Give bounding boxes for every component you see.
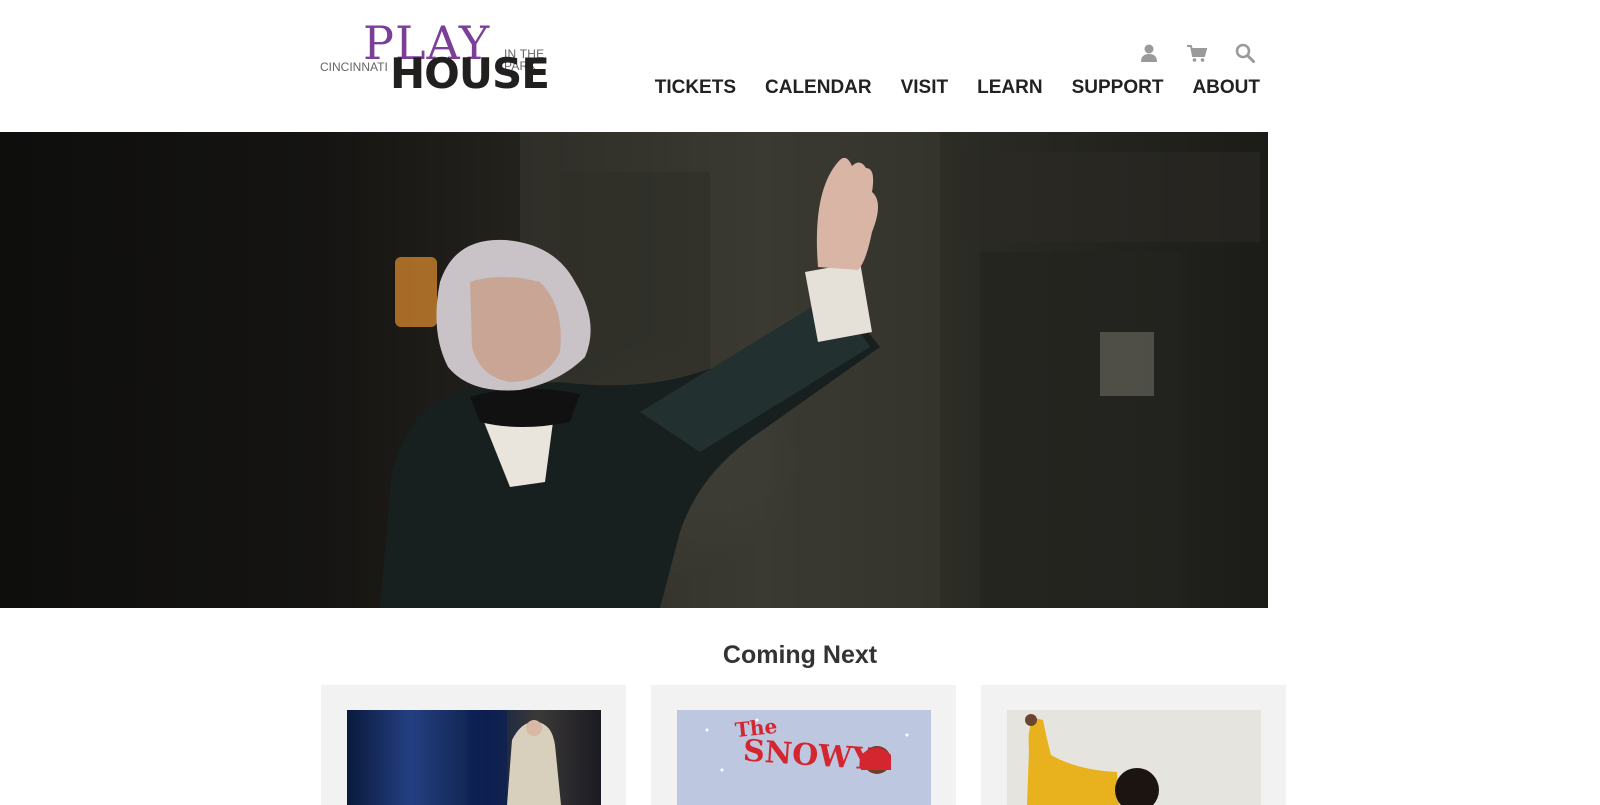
nav-item-calendar[interactable]: CALENDAR (765, 76, 872, 100)
hero-image[interactable] (0, 132, 1268, 608)
nav-item-tickets[interactable]: TICKETS (655, 76, 736, 100)
user-icon[interactable] (1138, 42, 1160, 64)
section-title-coming-next: Coming Next (722, 641, 878, 669)
nav-item-visit[interactable]: VISIT (901, 76, 949, 100)
search-icon[interactable] (1234, 42, 1256, 64)
show-card[interactable]: The SNOWY (651, 685, 956, 805)
logo-city-text: CINCINNATI (320, 60, 388, 74)
snowy-day-poster[interactable]: The SNOWY (677, 710, 931, 805)
nav-item-about[interactable]: ABOUT (1192, 76, 1260, 100)
nav-item-learn[interactable]: LEARN (977, 76, 1042, 100)
show-card[interactable] (321, 685, 626, 805)
show-card[interactable] (981, 685, 1286, 805)
hero-illustration (380, 132, 1260, 608)
cart-icon[interactable] (1186, 42, 1208, 64)
main-nav: TICKETS CALENDAR VISIT LEARN SUPPORT ABO… (655, 76, 1260, 100)
playhouse-logo[interactable]: PLAY IN THE PARK CINCINNATI HOUSE (320, 20, 580, 98)
performance-photo[interactable] (347, 710, 601, 805)
performer-photo[interactable] (1007, 710, 1261, 805)
utility-nav (1138, 42, 1256, 64)
logo-house-text: HOUSE (390, 49, 550, 98)
coming-next-cards: The SNOWY (321, 685, 1286, 805)
nav-item-support[interactable]: SUPPORT (1072, 76, 1164, 100)
